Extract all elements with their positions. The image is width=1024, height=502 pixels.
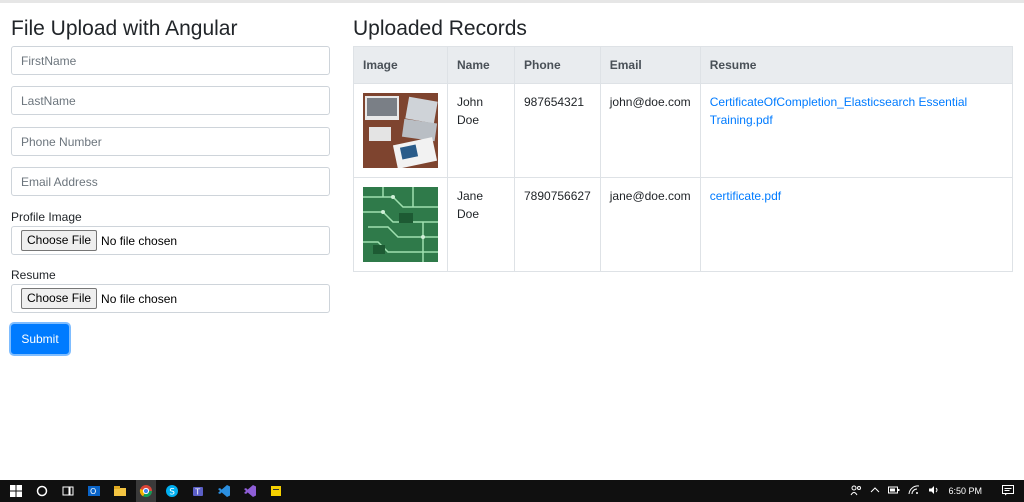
top-border xyxy=(0,0,1024,3)
svg-text:T: T xyxy=(194,488,200,497)
records-section: Uploaded Records Image Name Phone Email … xyxy=(353,16,1014,272)
image-cell xyxy=(353,83,448,178)
resume-link[interactable]: CertificateOfCompletion_Elasticsearch Es… xyxy=(710,95,967,127)
svg-text:S: S xyxy=(169,488,175,498)
profile-image-label: Profile Image xyxy=(11,210,82,224)
phone-input[interactable] xyxy=(11,127,330,156)
form-title: File Upload with Angular xyxy=(11,17,238,40)
profile-image-choose-button[interactable]: Choose File xyxy=(21,230,98,251)
header-name: Name xyxy=(447,46,515,84)
outlook-icon[interactable]: O xyxy=(84,480,104,502)
skype-icon[interactable]: S xyxy=(162,480,182,502)
windows-taskbar: O S T 6:50 PM xyxy=(0,480,1024,502)
phone-cell: 987654321 xyxy=(514,83,601,178)
phone-cell: 7890756627 xyxy=(514,177,601,272)
table-header-row: Image Name Phone Email Resume xyxy=(353,46,1014,84)
resume-link[interactable]: certificate.pdf xyxy=(710,189,781,203)
resume-label: Resume xyxy=(11,268,56,282)
battery-icon[interactable] xyxy=(888,485,900,497)
records-title: Uploaded Records xyxy=(353,17,527,40)
clock-time[interactable]: 6:50 PM xyxy=(948,486,982,496)
email-cell: jane@doe.com xyxy=(599,177,701,272)
volume-icon[interactable] xyxy=(928,485,940,497)
circuit-board-photo xyxy=(363,187,438,262)
system-tray: 6:50 PM xyxy=(850,480,1024,502)
header-resume: Resume xyxy=(699,46,1014,84)
chrome-icon[interactable] xyxy=(136,480,156,502)
email-input[interactable] xyxy=(11,167,330,196)
header-phone: Phone xyxy=(514,46,601,84)
notification-icon[interactable] xyxy=(1002,484,1014,498)
first-name-input[interactable] xyxy=(11,46,330,75)
people-icon[interactable] xyxy=(850,484,862,498)
last-name-input[interactable] xyxy=(11,86,330,115)
table-row: Jane Doe 7890756627 jane@doe.com certifi… xyxy=(353,177,1014,272)
submit-button[interactable]: Submit xyxy=(11,324,69,354)
cortana-icon[interactable] xyxy=(32,480,52,502)
header-email: Email xyxy=(599,46,701,84)
desk-laptop-photo xyxy=(363,93,438,168)
windows-start-icon[interactable] xyxy=(6,480,26,502)
vscode-icon[interactable] xyxy=(214,480,234,502)
svg-text:O: O xyxy=(90,487,96,496)
visual-studio-icon[interactable] xyxy=(240,480,260,502)
wifi-icon[interactable] xyxy=(908,485,920,497)
resume-status: No file chosen xyxy=(101,291,178,306)
resume-choose-button[interactable]: Choose File xyxy=(21,288,98,309)
profile-image-file-input[interactable]: Choose File No file chosen xyxy=(11,226,330,255)
image-cell xyxy=(353,177,448,272)
sticky-notes-icon[interactable] xyxy=(266,480,286,502)
resume-file-input[interactable]: Choose File No file chosen xyxy=(11,284,330,313)
upload-form: File Upload with Angular Profile Image C… xyxy=(11,16,330,354)
name-cell: John Doe xyxy=(447,83,515,178)
teams-icon[interactable]: T xyxy=(188,480,208,502)
resume-cell: CertificateOfCompletion_Elasticsearch Es… xyxy=(699,83,1014,178)
chevron-up-icon[interactable] xyxy=(870,485,880,497)
file-explorer-icon[interactable] xyxy=(110,480,130,502)
resume-cell: certificate.pdf xyxy=(699,177,1014,272)
email-cell: john@doe.com xyxy=(599,83,701,178)
header-image: Image xyxy=(353,46,448,84)
profile-image-status: No file chosen xyxy=(101,233,178,248)
table-row: John Doe 987654321 john@doe.com Certific… xyxy=(353,83,1014,178)
name-cell: Jane Doe xyxy=(447,177,515,272)
task-view-icon[interactable] xyxy=(58,480,78,502)
records-table: Image Name Phone Email Resume John Doe 9… xyxy=(353,46,1014,272)
